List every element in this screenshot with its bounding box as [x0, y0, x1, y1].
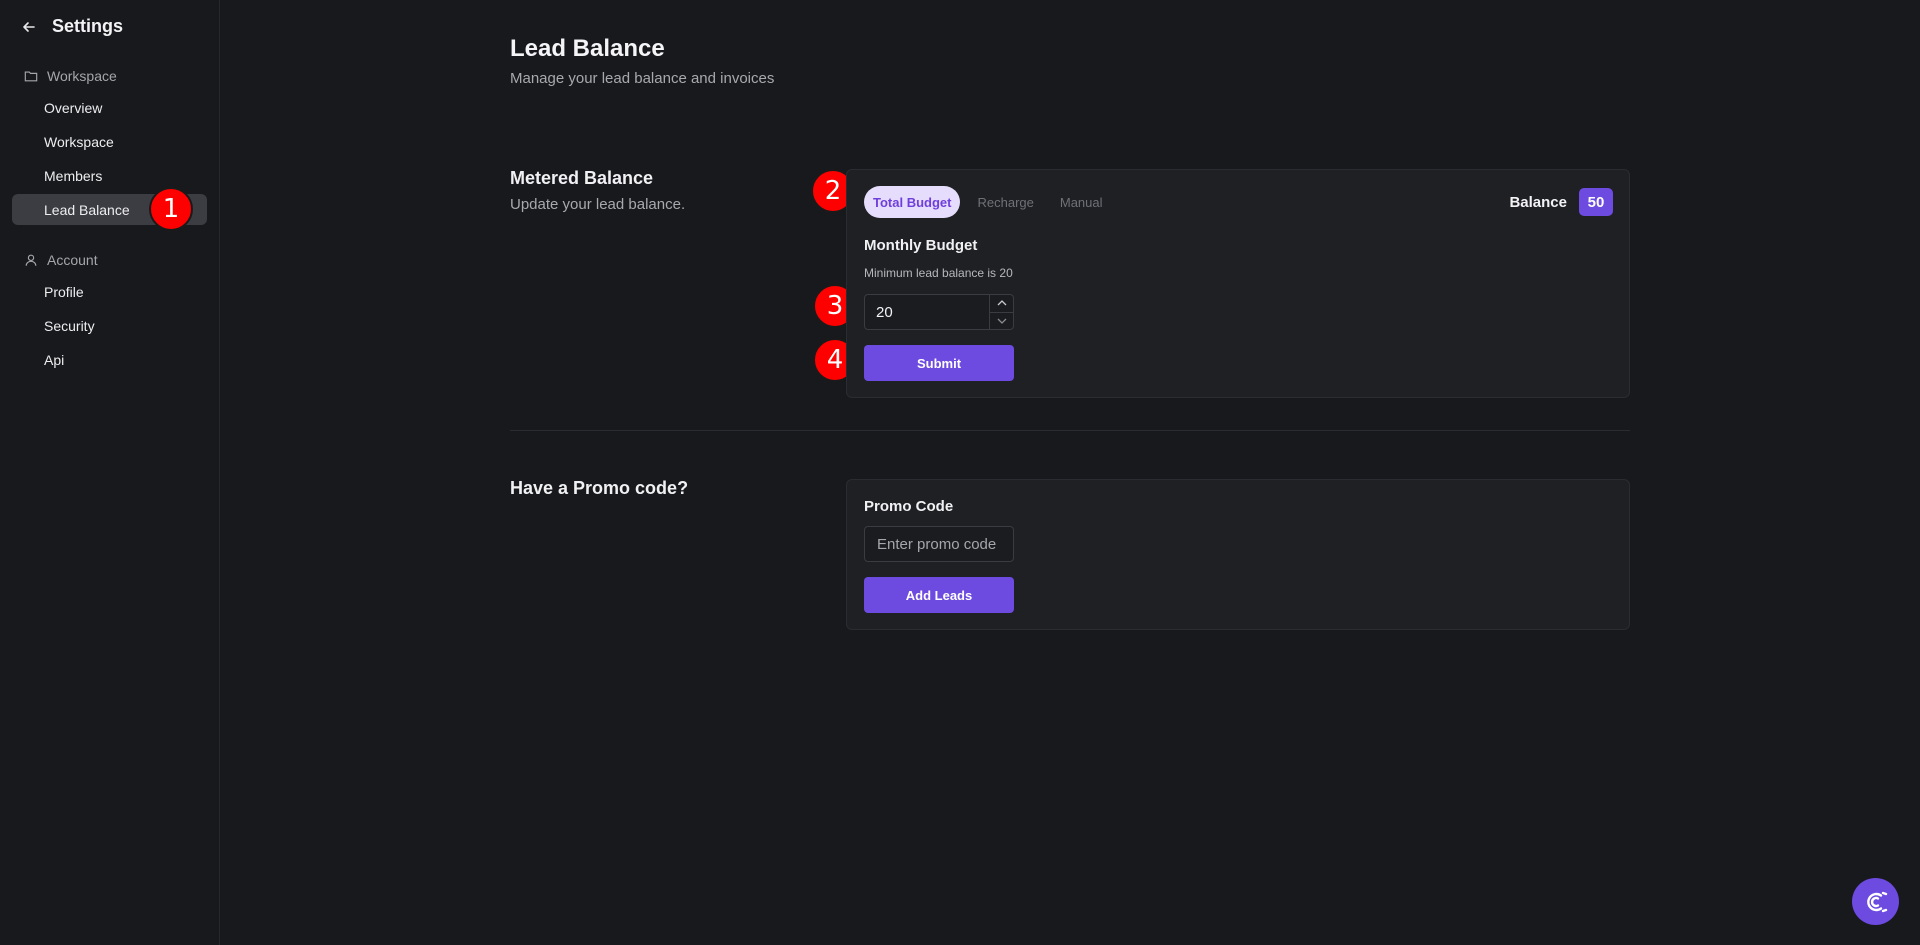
quantity-stepper — [989, 295, 1013, 329]
annotation-badge-1: 1 — [149, 187, 193, 231]
magnet-icon — [1866, 891, 1887, 912]
sidebar-item-label: Members — [44, 167, 103, 184]
increment-button[interactable] — [990, 295, 1013, 312]
folder-icon — [24, 71, 38, 82]
sidebar-item-members[interactable]: Members — [12, 160, 207, 191]
sidebar-item-label: Overview — [44, 99, 103, 116]
section-divider — [510, 430, 1630, 431]
promo-code-card: Promo Code Add Leads — [846, 479, 1630, 630]
promo-code-input[interactable] — [864, 526, 1014, 562]
metered-section-subtitle: Update your lead balance. — [510, 196, 686, 213]
metered-balance-card: Total Budget Recharge Manual Balance 50 … — [846, 169, 1630, 398]
sidebar-item-label: Api — [44, 351, 65, 368]
tab-recharge[interactable]: Recharge — [968, 186, 1042, 218]
sidebar-item-label: Workspace — [44, 133, 114, 150]
sidebar-item-workspace[interactable]: Workspace — [12, 126, 207, 157]
balance-value-badge: 50 — [1579, 188, 1613, 216]
sidebar-item-api[interactable]: Api — [12, 344, 207, 375]
sidebar-group-label: Workspace — [47, 68, 117, 84]
user-icon — [25, 254, 37, 266]
promo-section-title: Have a Promo code? — [510, 478, 689, 498]
metered-section-title: Metered Balance — [510, 168, 654, 188]
assistant-fab-button[interactable] — [1852, 878, 1899, 925]
sidebar-group-workspace: Workspace — [24, 68, 117, 84]
tab-total-budget[interactable]: Total Budget — [864, 186, 961, 218]
monthly-budget-input-wrap — [864, 294, 1014, 330]
monthly-budget-input[interactable] — [865, 295, 989, 329]
balance-display: Balance 50 — [1509, 188, 1613, 216]
sidebar-item-overview[interactable]: Overview — [12, 92, 207, 123]
promo-code-label: Promo Code — [864, 498, 954, 515]
sidebar-group-account: Account — [24, 252, 98, 268]
budget-tabs: Total Budget Recharge Manual — [864, 186, 1112, 218]
app-root: Settings Workspace Overview Workspace Me… — [0, 0, 1920, 945]
sidebar-item-profile[interactable]: Profile — [12, 276, 207, 307]
sidebar-item-security[interactable]: Security — [12, 310, 207, 341]
settings-title: Settings — [52, 16, 124, 36]
chevron-down-icon — [997, 318, 1006, 324]
balance-label: Balance — [1509, 193, 1567, 211]
sidebar-item-label: Profile — [44, 283, 84, 300]
submit-button[interactable]: Submit — [864, 345, 1014, 381]
chevron-up-icon — [997, 300, 1006, 306]
sidebar-group-label: Account — [47, 252, 98, 268]
sidebar-item-label: Security — [44, 317, 95, 334]
page-title: Lead Balance — [510, 35, 665, 62]
minimum-balance-help: Minimum lead balance is 20 — [864, 266, 1013, 280]
sidebar-item-label: Lead Balance — [44, 201, 130, 218]
monthly-budget-label: Monthly Budget — [864, 237, 978, 254]
sidebar-header: Settings — [22, 16, 123, 37]
page-subtitle: Manage your lead balance and invoices — [510, 70, 775, 87]
sidebar: Settings Workspace Overview Workspace Me… — [0, 0, 220, 945]
add-leads-button[interactable]: Add Leads — [864, 577, 1014, 613]
tab-manual[interactable]: Manual — [1051, 186, 1112, 218]
decrement-button[interactable] — [990, 311, 1013, 330]
back-arrow-icon[interactable] — [22, 20, 36, 34]
